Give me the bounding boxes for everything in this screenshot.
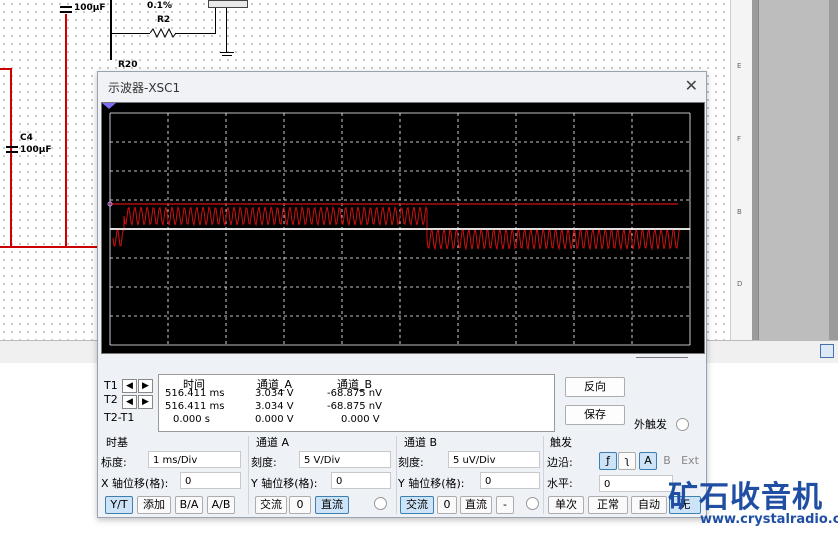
t2-channel-b: -68.875 nV [327, 401, 382, 412]
channel-a-radio[interactable] [374, 497, 387, 510]
schematic-label: 100μF [20, 145, 52, 155]
scope-display[interactable] [101, 102, 705, 354]
divider [248, 436, 249, 514]
channel-b-scale-field[interactable]: 5 uV/Div [448, 451, 540, 468]
t2-channel-a: 3.034 V [255, 401, 294, 412]
divider [636, 357, 688, 358]
channel-a-y-offset-field[interactable]: 0 [331, 472, 391, 489]
trigger-source-ext-button[interactable]: Ext [678, 452, 702, 470]
schematic-label: C4 [20, 133, 33, 143]
channel-a-dc-button[interactable]: 直流 [315, 496, 349, 514]
readout-table: 时间 通道_A 通道_B 516.411 ms 3.034 V -68.875 … [158, 374, 555, 432]
save-button[interactable]: 保存 [565, 405, 625, 425]
divider [396, 436, 397, 514]
trigger-source-b-button[interactable]: B [659, 452, 675, 470]
timebase-scale-field[interactable]: 1 ms/Div [148, 451, 241, 468]
channel-b-zero-button[interactable]: 0 [437, 496, 457, 514]
schematic-label: 100μF [74, 3, 106, 13]
timebase-scale-label: 标度: [101, 456, 127, 469]
channel-a-scale-field[interactable]: 5 V/Div [299, 451, 391, 468]
trigger-rising-edge-button[interactable]: ƒ [599, 452, 617, 470]
ba-button[interactable]: B/A [175, 496, 203, 514]
channel-b-title: 通道 B [404, 436, 438, 449]
channel-b-radio[interactable] [526, 497, 539, 510]
t1-time: 516.411 ms [165, 388, 225, 399]
close-icon[interactable]: ✕ [685, 76, 698, 95]
watermark-logo: 矿石收音机 [668, 480, 823, 515]
trigger-title: 触发 [550, 436, 572, 449]
scope-graph [102, 103, 691, 346]
channel-a-y-offset-label: Y 轴位移(格): [251, 477, 318, 490]
channel-a-ac-button[interactable]: 交流 [255, 496, 287, 514]
dt-time: 0.000 s [173, 414, 211, 425]
trigger-marker-icon [102, 103, 116, 109]
ext-trigger-label: 外触发 [634, 418, 667, 431]
side-panel [758, 0, 829, 340]
timebase-title: 时基 [106, 436, 128, 449]
trigger-normal-button[interactable]: 正常 [588, 496, 628, 514]
schematic-label: 0.1% [147, 1, 172, 11]
reverse-button[interactable]: 反向 [565, 377, 625, 397]
t1-left-button[interactable]: ◀ [122, 379, 137, 393]
cursor-label: T2 [104, 393, 118, 406]
add-button[interactable]: 添加 [137, 496, 171, 514]
channel-b-ac-button[interactable]: 交流 [400, 496, 434, 514]
trigger-level-field[interactable]: 0 [599, 475, 673, 492]
oscilloscope-window: 示波器-XSC1 ✕ T1 T2 T2-T1 ◀ ▶ ◀ ▶ 时间 通道_A 通… [97, 71, 707, 518]
cursor-label: T2-T1 [104, 411, 135, 424]
trigger-falling-edge-button[interactable]: ʅ [618, 452, 636, 470]
trigger-source-a-button[interactable]: A [639, 452, 657, 470]
t1-channel-a: 3.034 V [255, 388, 294, 399]
trigger-single-button[interactable]: 单次 [548, 496, 584, 514]
divider [543, 436, 544, 514]
cursor-readout: T1 T2 T2-T1 ◀ ▶ ◀ ▶ 时间 通道_A 通道_B 516.411… [98, 374, 706, 434]
channel-b-dc-button[interactable]: 直流 [460, 496, 492, 514]
vertical-ruler: EFBD [730, 0, 753, 340]
t2-left-button[interactable]: ◀ [122, 395, 137, 409]
cursor-label: T1 [104, 379, 118, 392]
t1-right-button[interactable]: ▶ [138, 379, 153, 393]
x-offset-field[interactable]: 0 [180, 472, 241, 489]
window-titlebar[interactable]: 示波器-XSC1 ✕ [98, 72, 706, 100]
resistor-icon [150, 28, 176, 38]
trigger-edge-label: 边沿: [547, 456, 573, 469]
ext-trigger-radio[interactable] [676, 418, 689, 431]
t2-time: 516.411 ms [165, 401, 225, 412]
channel-a-title: 通道 A [256, 436, 290, 449]
x-offset-label: X 轴位移(格): [101, 477, 169, 490]
ab-button[interactable]: A/B [207, 496, 235, 514]
schematic-label: R20 [118, 60, 138, 70]
channel-b-y-offset-label: Y 轴位移(格): [398, 477, 465, 490]
channel-a-zero-button[interactable]: 0 [289, 496, 311, 514]
channel-b-invert-button[interactable]: - [496, 496, 514, 514]
channel-a-scale-label: 刻度: [251, 456, 277, 469]
t2-right-button[interactable]: ▶ [138, 395, 153, 409]
schematic-label: R2 [157, 15, 171, 25]
dt-channel-b: 0.000 V [341, 414, 380, 425]
channel-b-scale-label: 刻度: [398, 456, 424, 469]
window-title: 示波器-XSC1 [108, 81, 181, 95]
watermark-url: www.crystalradio.cn [700, 512, 838, 527]
grid-icon[interactable] [820, 344, 834, 358]
trigger-level-label: 水平: [547, 477, 573, 490]
t1-channel-b: -68.875 nV [327, 388, 382, 399]
trigger-auto-button[interactable]: 自动 [631, 496, 667, 514]
channel-a-trace [112, 205, 681, 251]
channel-b-y-offset-field[interactable]: 0 [480, 472, 540, 489]
dt-channel-a: 0.000 V [255, 414, 294, 425]
yt-button[interactable]: Y/T [105, 496, 133, 514]
